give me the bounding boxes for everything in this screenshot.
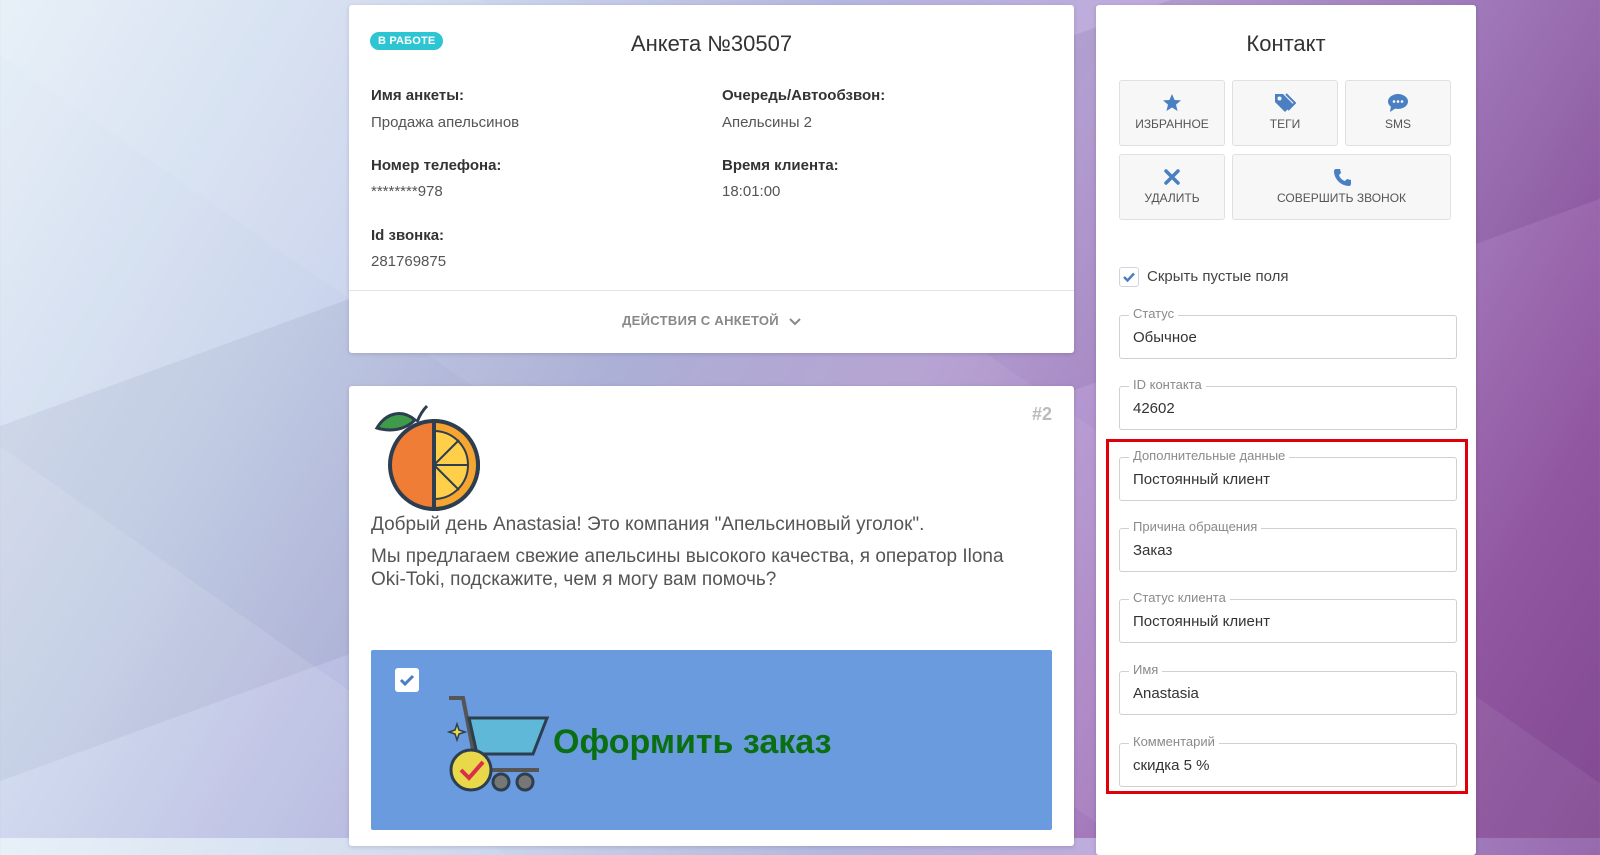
close-icon xyxy=(1164,169,1180,185)
phone-value: ********978 xyxy=(371,183,443,200)
call-id-value: 281769875 xyxy=(371,253,447,270)
contact-id-legend: ID контакта xyxy=(1129,377,1206,392)
check-icon xyxy=(1123,272,1135,283)
client-time-value: 18:01:00 xyxy=(722,183,781,200)
call-label: СОВЕРШИТЬ ЗВОНОК xyxy=(1276,191,1407,205)
divider xyxy=(349,290,1074,291)
highlight-frame xyxy=(1106,439,1468,794)
sms-button[interactable]: SMS xyxy=(1345,80,1451,146)
phone-label: Номер телефона: xyxy=(371,157,502,174)
delete-label: УДАЛИТЬ xyxy=(1144,191,1200,205)
chevron-down-icon xyxy=(789,317,801,325)
orange-icon xyxy=(374,404,480,512)
anketa-card: В РАБОТЕ Анкета №30507 Имя анкеты: Прода… xyxy=(349,5,1074,353)
offer-text: Мы предлагаем свежие апельсины высокого … xyxy=(371,546,1004,590)
contact-id-field[interactable]: ID контакта 42602 xyxy=(1119,377,1457,430)
status-value: Обычное xyxy=(1133,329,1197,346)
queue-label: Очередь/Автообзвон: xyxy=(722,87,886,104)
status-field[interactable]: Статус Обычное xyxy=(1119,306,1457,359)
tags-button[interactable]: ТЕГИ xyxy=(1232,80,1338,146)
check-icon xyxy=(399,674,415,687)
anketa-name-label: Имя анкеты: xyxy=(371,87,465,104)
sms-label: SMS xyxy=(1384,117,1411,131)
call-button[interactable]: СОВЕРШИТЬ ЗВОНОК xyxy=(1232,154,1451,220)
hide-empty-toggle[interactable]: Скрыть пустые поля xyxy=(1119,267,1289,287)
chat-icon xyxy=(1388,94,1408,112)
order-label: Оформить заказ xyxy=(553,723,832,761)
greeting-text: Добрый день Anastasia! Это компания "Апе… xyxy=(371,514,925,535)
page-title: Анкета №30507 xyxy=(630,31,793,56)
call-id-label: Id звонка: xyxy=(371,227,445,244)
delete-button[interactable]: УДАЛИТЬ xyxy=(1119,154,1225,220)
order-checkbox[interactable] xyxy=(395,668,419,692)
client-time-label: Время клиента: xyxy=(722,157,839,174)
anketa-name-value: Продажа апельсинов xyxy=(371,114,520,131)
contact-title: Контакт xyxy=(1246,31,1326,56)
favorite-button[interactable]: ИЗБРАННОЕ xyxy=(1119,80,1225,146)
anketa-actions-toggle[interactable]: ДЕЙСТВИЯ С АНКЕТОЙ xyxy=(349,313,1074,328)
star-icon xyxy=(1163,94,1181,111)
hide-empty-label: Скрыть пустые поля xyxy=(1147,267,1289,285)
tags-label: ТЕГИ xyxy=(1269,117,1301,131)
order-option[interactable]: Оформить заказ xyxy=(371,650,1052,830)
queue-value: Апельсины 2 xyxy=(722,114,812,131)
hide-empty-checkbox[interactable] xyxy=(1119,267,1139,287)
shopping-cart-icon xyxy=(447,696,550,792)
script-card: #2 Добрый день Anastasia! Это компания "… xyxy=(349,386,1074,846)
tags-icon xyxy=(1275,93,1296,112)
step-number: #2 xyxy=(1031,404,1052,424)
status-legend: Статус xyxy=(1129,306,1179,321)
contact-id-value: 42602 xyxy=(1133,400,1175,417)
favorite-label: ИЗБРАННОЕ xyxy=(1135,117,1209,131)
phone-icon xyxy=(1333,169,1351,186)
anketa-actions-label: ДЕЙСТВИЯ С АНКЕТОЙ xyxy=(622,313,779,328)
